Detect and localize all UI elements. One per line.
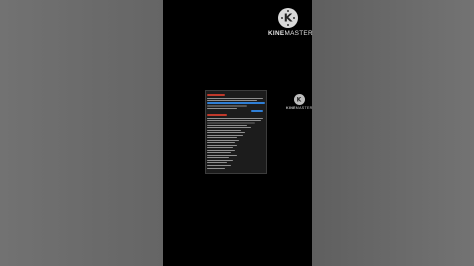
- kinemaster-watermark-small: K KINEMASTER: [286, 94, 312, 110]
- embedded-screenshot: [205, 90, 267, 174]
- kinemaster-wordmark-small: KINEMASTER: [286, 106, 313, 110]
- blurred-background-left: [0, 0, 163, 266]
- header-red-mark: [207, 94, 225, 96]
- kinemaster-logo-icon: K: [293, 94, 305, 105]
- highlight-blue-bar: [207, 102, 265, 104]
- section-red-mark: [207, 114, 227, 116]
- kinemaster-watermark-large: K KINEMASTER: [268, 8, 313, 37]
- kinemaster-wordmark: KINEMASTER: [268, 30, 313, 37]
- blurred-background-right: [312, 0, 474, 266]
- kinemaster-logo-icon: K: [278, 8, 298, 28]
